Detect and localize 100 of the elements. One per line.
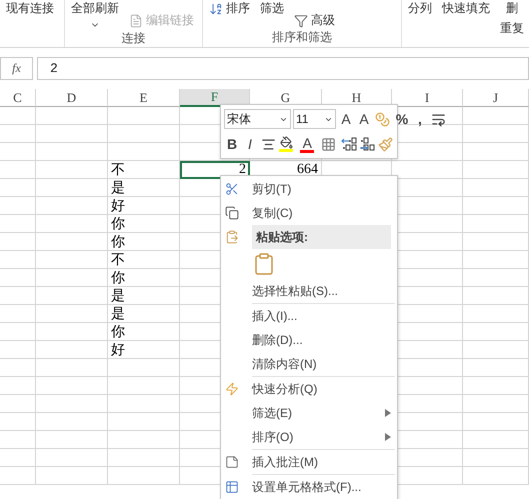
- menu-item[interactable]: 排序(O): [221, 425, 397, 449]
- table-cell: [36, 215, 108, 233]
- ribbon-button[interactable]: 筛选: [260, 0, 284, 17]
- table-cell: [463, 467, 529, 485]
- submenu-arrow-icon: [385, 409, 391, 417]
- column-header[interactable]: F: [180, 89, 250, 107]
- ribbon-button[interactable]: 全部刷新: [71, 0, 119, 30]
- copy-icon: [225, 206, 239, 220]
- table-cell: [463, 179, 529, 197]
- format-button[interactable]: ,: [412, 109, 428, 129]
- table-cell: [36, 251, 108, 269]
- table-cell: [463, 107, 529, 125]
- table-cell: [463, 413, 529, 431]
- table-cell: [0, 251, 36, 269]
- table-cell: [108, 143, 180, 161]
- table-cell: [36, 197, 108, 215]
- table-cell: [36, 449, 108, 467]
- table-cell: [463, 251, 529, 269]
- table-cell: [463, 305, 529, 323]
- table-cell: [36, 161, 108, 179]
- menu-item[interactable]: 快速分析(Q): [221, 377, 397, 401]
- menu-item[interactable]: 选择性粘贴(S)...: [221, 279, 397, 303]
- table-cell: 好: [108, 341, 180, 359]
- table-cell: [0, 143, 36, 161]
- table-cell: [463, 449, 529, 467]
- table-cell: [463, 287, 529, 305]
- comment-icon: [225, 455, 239, 469]
- increase-decimal-icon: [340, 136, 359, 152]
- ribbon-button[interactable]: 现有连接: [6, 0, 54, 17]
- quick-analysis-icon: [225, 382, 239, 396]
- table-cell: [36, 359, 108, 377]
- format-cells-icon: [225, 480, 239, 494]
- table-cell: [36, 305, 108, 323]
- function-button[interactable]: fx: [0, 57, 33, 80]
- ribbon-button[interactable]: 快速填充: [442, 0, 490, 17]
- font-dropdown[interactable]: 宋体: [224, 109, 291, 129]
- table-cell: 你: [108, 215, 180, 233]
- table-cell: [0, 431, 36, 449]
- table-cell: 不: [108, 251, 180, 269]
- table-cell: [463, 269, 529, 287]
- table-cell: [0, 233, 36, 251]
- fill-color-button[interactable]: [278, 134, 294, 154]
- clipboard-icon: [225, 230, 239, 244]
- menu-item[interactable]: 筛选(E): [221, 401, 397, 425]
- table-cell: [36, 125, 108, 143]
- table-cell: [0, 449, 36, 467]
- italic-button[interactable]: I: [242, 134, 258, 154]
- ribbon-button[interactable]: 高级: [294, 12, 335, 29]
- menu-item[interactable]: 复制(C): [221, 201, 397, 225]
- table-cell: [0, 359, 36, 377]
- ribbon-button[interactable]: 分列: [408, 0, 432, 17]
- column-header[interactable]: J: [463, 89, 529, 107]
- table-cell: [36, 467, 108, 485]
- table-cell: [36, 287, 108, 305]
- table-cell: [0, 377, 36, 395]
- column-header[interactable]: D: [36, 89, 108, 107]
- formula-input[interactable]: 2: [37, 57, 529, 80]
- table-cell: [463, 431, 529, 449]
- decrease-font-button[interactable]: A: [356, 109, 372, 129]
- group-label: 连接: [122, 30, 146, 47]
- table-cell: [36, 233, 108, 251]
- menu-item[interactable]: 清除内容(N): [221, 352, 397, 376]
- table-cell: 你: [108, 269, 180, 287]
- group-label: 排序和筛选: [272, 29, 332, 46]
- table-cell: 不: [108, 161, 180, 179]
- column-header[interactable]: E: [108, 89, 180, 107]
- table-cell: 2: [180, 161, 250, 179]
- decrease-decimal-icon: [358, 136, 377, 152]
- table-cell: [36, 431, 108, 449]
- table-cell: [36, 395, 108, 413]
- table-cell: [0, 269, 36, 287]
- table-cell: 你: [108, 323, 180, 341]
- table-cell: [0, 197, 36, 215]
- table-cell: [463, 233, 529, 251]
- menu-item[interactable]: 剪切(T): [221, 177, 397, 201]
- increase-font-button[interactable]: A: [338, 109, 354, 129]
- table-cell: [36, 341, 108, 359]
- menu-item[interactable]: 插入批注(M): [221, 450, 397, 474]
- ribbon-button[interactable]: 删 重复: [500, 0, 524, 37]
- format-button[interactable]: %: [394, 109, 410, 129]
- table-cell: [0, 413, 36, 431]
- sort-icon: [209, 2, 223, 16]
- menu-item[interactable]: 设置单元格格式(F)...: [221, 475, 397, 499]
- bold-button[interactable]: B: [224, 134, 240, 154]
- column-header[interactable]: C: [0, 89, 36, 107]
- font-color-button[interactable]: A: [299, 134, 316, 154]
- ribbon-button[interactable]: 排序: [209, 0, 250, 17]
- scissors-icon: [225, 182, 239, 196]
- table-cell: 是: [108, 179, 180, 197]
- table-cell: [36, 269, 108, 287]
- table-cell: [0, 323, 36, 341]
- menu-section-header: 粘贴选项:: [252, 225, 391, 249]
- menu-item[interactable]: 插入(I)...: [221, 304, 397, 328]
- menu-item[interactable]: 删除(D)...: [221, 328, 397, 352]
- table-cell: [463, 125, 529, 143]
- table-cell: [0, 107, 36, 125]
- document-link-icon: [129, 14, 143, 28]
- table-cell: [36, 143, 108, 161]
- font-size-dropdown[interactable]: 11: [293, 109, 336, 129]
- table-cell: 你: [108, 233, 180, 251]
